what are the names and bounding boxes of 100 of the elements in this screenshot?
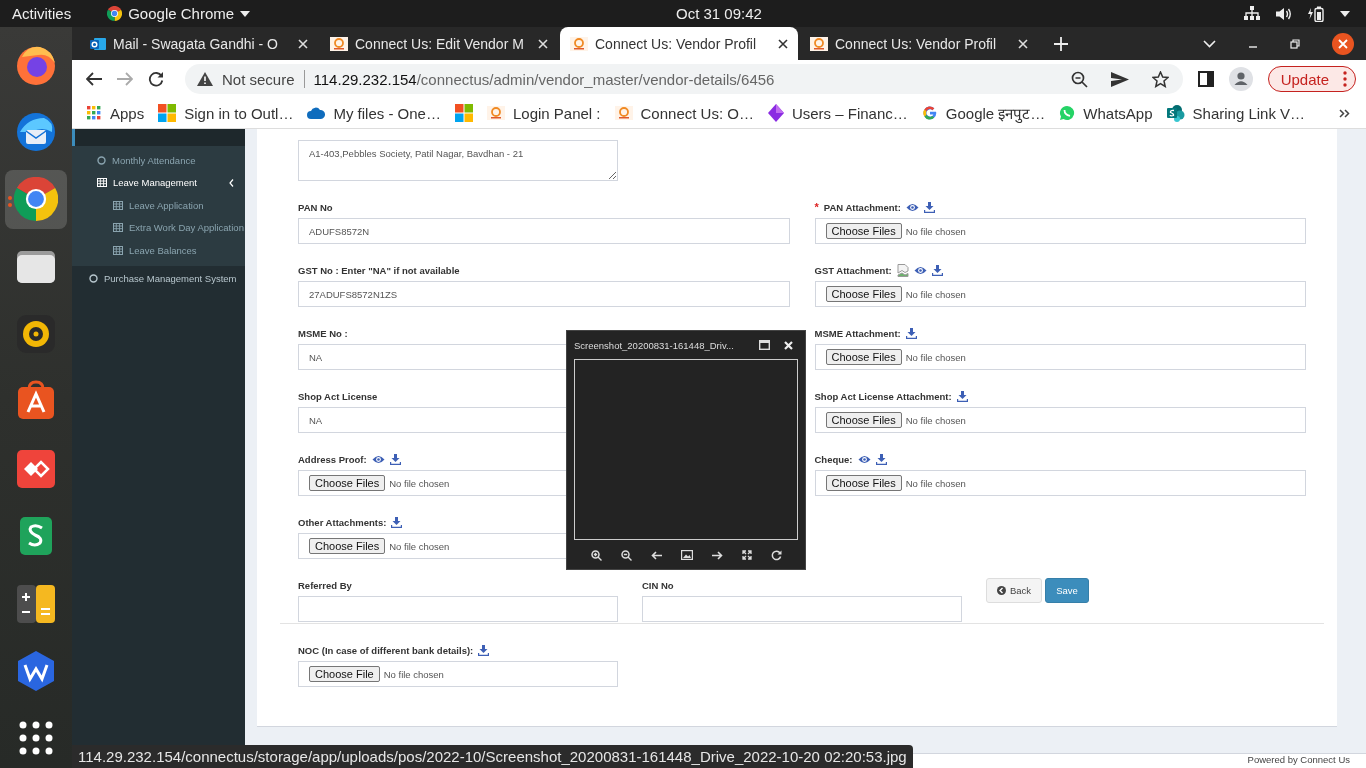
activities-button[interactable]: Activities	[12, 5, 72, 22]
file-field[interactable]: Choose Files No file chosen	[814, 407, 1306, 433]
choose-files-button[interactable]: Choose Files	[825, 223, 902, 239]
download-icon[interactable]	[478, 644, 490, 656]
file-field[interactable]: Choose Files No file chosen	[814, 470, 1306, 496]
clock[interactable]: Oct 31 09:42	[676, 5, 762, 22]
app-grid-icon[interactable]	[18, 720, 54, 757]
choose-files-button[interactable]: Choose Files	[309, 538, 386, 554]
field-label: CIN No	[642, 579, 674, 591]
close-icon[interactable]	[778, 38, 788, 49]
plus-icon[interactable]	[1054, 36, 1068, 51]
sidebar-item[interactable]: Leave Management	[72, 171, 245, 194]
browser-tab[interactable]: Connect Us: Vendor Profil	[800, 27, 1038, 60]
profile-icon[interactable]	[1228, 67, 1253, 91]
file-field[interactable]: Choose File No file chosen	[298, 661, 618, 687]
browser-tab[interactable]: Mail - Swagata Gandhi - O	[80, 27, 318, 60]
app-menu[interactable]: Google Chrome	[128, 5, 235, 22]
field-label: MSME Attachment:	[814, 327, 901, 339]
download-icon[interactable]	[391, 516, 403, 528]
bookmark[interactable]	[454, 104, 473, 122]
battery-icon[interactable]	[1308, 5, 1324, 22]
update-button[interactable]: Update	[1267, 66, 1356, 92]
browser-tab[interactable]: Connect Us: Vendor Profil	[560, 27, 798, 60]
caret-icon[interactable]	[1340, 10, 1350, 17]
eye-icon[interactable]	[371, 454, 385, 464]
sidebar-subitem[interactable]: Extra Work Day Application	[72, 216, 245, 239]
address-bar[interactable]: Not secure 114.29.232.154/connectus/admin/vendor_master/vendor-details/6456	[185, 64, 1183, 94]
download-icon[interactable]	[389, 453, 401, 465]
back-button[interactable]: Back	[986, 578, 1043, 603]
diamond-icon	[767, 104, 784, 122]
bookmark[interactable]: Apps	[86, 104, 145, 122]
bookmark[interactable]: Sharing Link V…	[1166, 104, 1306, 122]
fullscreen-icon[interactable]	[741, 550, 752, 560]
url-text[interactable]: 114.29.232.154/connectus/admin/vendor_master/vendor-details/6456	[313, 70, 775, 88]
eye-icon[interactable]	[905, 202, 919, 212]
reload-icon[interactable]	[148, 71, 164, 87]
status-url: 114.29.232.154/connectus/storage/app/uploads/pos/2022-10/Screenshot_20200831-161448_Drive_2022-10-20 02:20:53.jpg	[72, 745, 913, 768]
security-label[interactable]: Not secure	[222, 70, 295, 88]
caret-icon[interactable]	[240, 10, 251, 17]
save-button[interactable]: Save	[1045, 578, 1089, 603]
text-field[interactable]: ADUFS8572N	[298, 218, 790, 244]
more-bookmarks-icon[interactable]	[1339, 108, 1350, 118]
download-icon[interactable]	[956, 390, 968, 402]
back-icon[interactable]	[86, 72, 102, 86]
restore-icon[interactable]	[1290, 38, 1300, 49]
volume-icon[interactable]	[1276, 6, 1292, 21]
field-label: Referred By	[298, 579, 352, 591]
rotate-icon[interactable]	[770, 549, 782, 561]
zoom-out-icon[interactable]	[1070, 70, 1088, 88]
send-icon[interactable]	[1110, 71, 1129, 87]
zoom-in-icon[interactable]	[590, 549, 602, 561]
eye-icon[interactable]	[857, 454, 871, 464]
download-icon[interactable]	[923, 201, 935, 213]
download-icon[interactable]	[875, 453, 887, 465]
arrow-left-icon[interactable]	[650, 550, 662, 560]
zoom-out-icon[interactable]	[620, 549, 632, 561]
bookmark[interactable]: WhatsApp	[1059, 104, 1153, 122]
choose-files-button[interactable]: Choose Files	[825, 286, 902, 302]
maximize-icon[interactable]	[759, 340, 770, 350]
sidebar-subitem[interactable]: Leave Balances	[72, 239, 245, 262]
file-field[interactable]: Choose Files No file chosen	[814, 344, 1306, 370]
bookmark[interactable]: My files - One…	[307, 104, 441, 122]
sidebar-item[interactable]: Purchase Management System	[72, 265, 245, 292]
download-icon[interactable]	[905, 327, 917, 339]
text-field[interactable]: 27ADUFS8572N1ZS	[298, 281, 790, 307]
choose-files-button[interactable]: Choose Files	[309, 475, 386, 491]
browser-tab[interactable]: Connect Us: Edit Vendor M	[320, 27, 558, 60]
side-panel-icon[interactable]	[1197, 71, 1214, 87]
download-icon[interactable]	[931, 264, 943, 276]
choose-files-button[interactable]: Choose File	[309, 666, 380, 682]
network-icon[interactable]	[1244, 6, 1260, 21]
footer-text: Powered by Connect Us	[1247, 754, 1350, 765]
bookmark[interactable]: Users – Financ…	[767, 104, 908, 122]
more-icon[interactable]	[1343, 71, 1347, 87]
arrow-right-icon[interactable]	[711, 550, 723, 560]
field-label: Other Attachments:	[298, 516, 387, 528]
bookmark[interactable]: Connect Us: O…	[614, 104, 754, 122]
file-status: No file chosen	[383, 668, 444, 680]
chat-icon	[1059, 105, 1076, 121]
bookmark[interactable]: Login Panel :	[486, 104, 601, 122]
choose-files-button[interactable]: Choose Files	[825, 475, 902, 491]
address-field[interactable]: A1-403,Pebbles Society, Patil Nagar, Bavdhan - 21	[298, 140, 618, 181]
app-launcher[interactable]	[5, 169, 67, 230]
logo-icon	[810, 36, 828, 51]
image-icon[interactable]	[680, 550, 693, 560]
choose-files-button[interactable]: Choose Files	[825, 412, 902, 428]
chevron-icon[interactable]	[229, 178, 234, 187]
sidebar-subitem[interactable]: Leave Application	[72, 194, 245, 217]
file-field[interactable]: Choose Files No file chosen	[814, 218, 1306, 244]
chevron-down-icon[interactable]	[1203, 39, 1216, 48]
bookmark[interactable]: Google इनपुट…	[921, 103, 1046, 123]
text-field[interactable]	[298, 596, 618, 622]
file-field[interactable]: Choose Files No file chosen	[814, 281, 1306, 307]
choose-files-button[interactable]: Choose Files	[825, 349, 902, 365]
bookmark[interactable]: Sign in to Outl…	[158, 104, 294, 122]
sidebar-item[interactable]: Monthly Attendance	[72, 149, 245, 172]
close-icon[interactable]	[1332, 32, 1354, 55]
star-icon[interactable]	[1151, 70, 1169, 88]
text-field[interactable]	[642, 596, 962, 622]
eye-icon[interactable]	[913, 265, 927, 275]
